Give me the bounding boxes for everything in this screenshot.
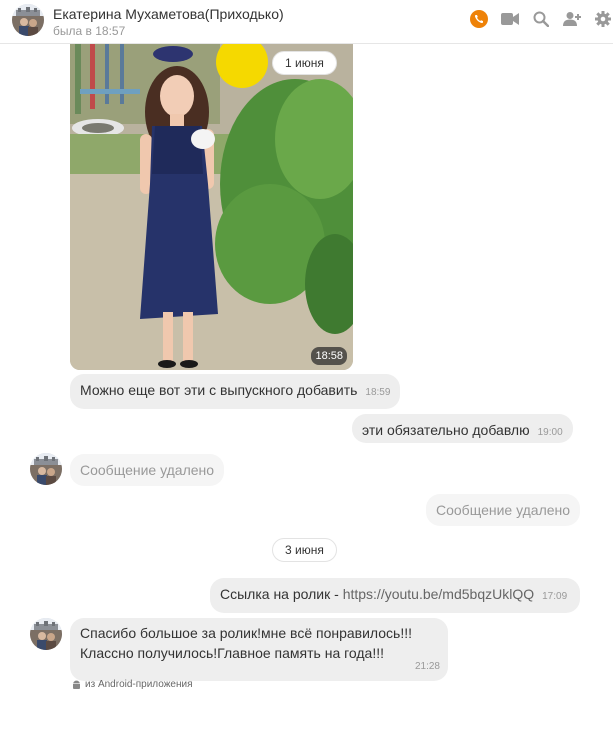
date-separator: 3 июня	[272, 538, 337, 562]
search-icon[interactable]	[531, 9, 551, 29]
message-incoming[interactable]: Спасибо большое за ролик!мне всё понрави…	[70, 618, 448, 681]
sender-avatar[interactable]	[30, 618, 62, 650]
photo-timestamp: 18:58	[311, 347, 347, 365]
header-actions	[458, 9, 613, 29]
contact-avatar[interactable]	[12, 4, 44, 36]
message-text: Сообщение удалено	[436, 502, 571, 518]
photo-message[interactable]: 18:58	[70, 44, 353, 370]
message-list[interactable]: 18:58 1 июня Можно еще вот эти с выпускн…	[0, 44, 613, 743]
contact-status: была в 18:57	[53, 24, 126, 38]
message-text: эти обязательно добавлю	[362, 422, 530, 438]
chat-header: Екатерина Мухаметова(Приходько) была в 1…	[0, 0, 613, 44]
photo-image	[70, 44, 353, 370]
contact-name[interactable]: Екатерина Мухаметова(Приходько)	[53, 6, 284, 22]
message-outgoing[interactable]: эти обязательно добавлю 19:00	[352, 414, 573, 443]
message-text: Ссылка на ролик -	[220, 586, 343, 602]
date-separator: 1 июня	[272, 51, 337, 75]
message-time: 17:09	[542, 591, 568, 602]
message-incoming[interactable]: Можно еще вот эти с выпускного добавить 1…	[70, 374, 401, 409]
source-label: из Android-приложения	[85, 679, 193, 690]
message-outgoing[interactable]: Ссылка на ролик - https://youtu.be/md5bq…	[210, 578, 580, 613]
message-text: Сообщение удалено	[80, 462, 215, 478]
gear-icon[interactable]	[593, 9, 613, 29]
android-icon	[73, 680, 80, 689]
message-text: Можно еще вот эти с выпускного добавить	[80, 382, 358, 398]
deleted-message-outgoing: Сообщение удалено	[426, 494, 581, 526]
phone-icon[interactable]	[469, 9, 489, 29]
message-time: 21:28	[414, 661, 440, 672]
sender-avatar[interactable]	[30, 453, 62, 485]
message-time: 18:59	[365, 387, 391, 398]
message-source: из Android-приложения	[72, 679, 192, 690]
deleted-message-incoming: Сообщение удалено	[70, 454, 225, 486]
video-icon[interactable]	[500, 9, 520, 29]
video-link[interactable]: https://youtu.be/md5bqzUklQQ	[343, 586, 534, 602]
add-user-icon[interactable]	[562, 9, 582, 29]
message-time: 19:00	[537, 427, 563, 438]
message-text: Спасибо большое за ролик!мне всё понрави…	[80, 625, 413, 661]
